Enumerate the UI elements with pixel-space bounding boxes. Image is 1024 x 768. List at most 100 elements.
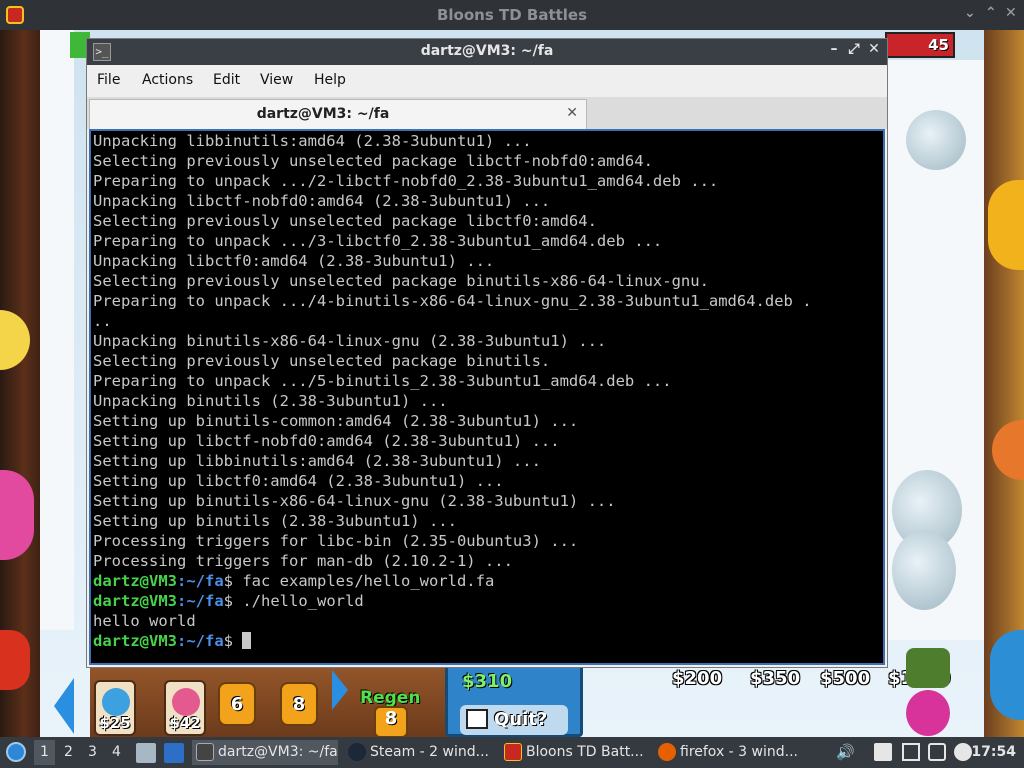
terminal-output[interactable]: Unpacking libbinutils:amd64 (2.38-3ubunt… xyxy=(89,129,885,665)
menu-view[interactable]: View xyxy=(260,72,293,88)
buy-price-350[interactable]: $350 xyxy=(750,668,800,689)
lock-level: 6 xyxy=(230,694,244,715)
output-line: Setting up libctf0:amd64 (2.38-3ubuntu1)… xyxy=(93,472,504,490)
terminal-window-title: dartz@VM3: ~/fa xyxy=(420,43,554,59)
command-text: ./hello_world xyxy=(242,592,364,610)
prompt-symbol: $ xyxy=(223,592,243,610)
minimize-icon[interactable]: ⌄ xyxy=(964,5,976,21)
close-icon[interactable]: ✕ xyxy=(1005,5,1017,21)
output-line: Selecting previously unselected package … xyxy=(93,152,653,170)
output-line: Unpacking libbinutils:amd64 (2.38-3ubunt… xyxy=(93,132,532,150)
workspace-1[interactable]: 1 xyxy=(34,740,55,765)
file-manager-icon[interactable] xyxy=(136,743,156,763)
tower-boomerang[interactable]: $42 xyxy=(164,680,206,736)
output-line: Setting up libbinutils:amd64 (2.38-3ubun… xyxy=(93,452,541,470)
menu-help[interactable]: Help xyxy=(314,72,346,88)
notification-icon[interactable] xyxy=(928,743,946,761)
regen-level: 8 xyxy=(384,708,398,729)
regen-button[interactable]: 8 xyxy=(374,706,408,737)
output-line: Setting up binutils (2.38-3ubuntu1) ... xyxy=(93,512,457,530)
firefox-icon xyxy=(658,743,676,761)
task-terminal[interactable]: dartz@VM3: ~/fa xyxy=(192,740,338,765)
workspace-4[interactable]: 4 xyxy=(112,744,121,760)
menu-edit[interactable]: Edit xyxy=(213,72,240,88)
prompt-line: dartz@VM3:~/fa$ xyxy=(93,631,883,651)
opponent-health-value: 45 xyxy=(928,36,949,54)
output-line: Preparing to unpack .../3-libctf0_2.38-3… xyxy=(93,232,663,250)
display-icon[interactable] xyxy=(902,743,920,761)
cash-amount: $310 xyxy=(462,671,513,692)
workspace-3[interactable]: 3 xyxy=(88,744,97,760)
steam-icon xyxy=(348,743,366,761)
taskbar: 1 2 3 4 dartz@VM3: ~/fa Steam - 2 wind..… xyxy=(0,737,1024,768)
output-line: Preparing to unpack .../5-binutils_2.38-… xyxy=(93,372,672,390)
scroll-right-arrow-icon[interactable] xyxy=(332,670,348,710)
prompt-symbol: $ xyxy=(223,572,243,590)
tower-price: $42 xyxy=(169,714,201,732)
output-line: Selecting previously unselected package … xyxy=(93,272,709,290)
maximize-icon[interactable]: ⌃ xyxy=(985,5,997,21)
output-line: Selecting previously unselected package … xyxy=(93,212,597,230)
task-label: firefox - 3 wind... xyxy=(680,744,798,760)
output-line: Setting up binutils-x86-64-linux-gnu (2.… xyxy=(93,492,616,510)
bloons-app-icon xyxy=(504,743,522,761)
prompt-user: dartz@VM3 xyxy=(93,572,177,590)
terminal-window[interactable]: >_ dartz@VM3: ~/fa – ⤢ ✕ File Actions Ed… xyxy=(86,38,888,668)
lock-level: 8 xyxy=(292,694,306,715)
terminal-titlebar[interactable]: >_ dartz@VM3: ~/fa – ⤢ ✕ xyxy=(87,39,887,65)
steam-tray-icon[interactable] xyxy=(954,743,972,761)
text-cursor xyxy=(242,632,252,649)
command-text: fac examples/hello_world.fa xyxy=(242,572,495,590)
tower-dart-monkey[interactable]: $25 xyxy=(94,680,136,736)
output-line: Processing triggers for man-db (2.10.2-1… xyxy=(93,552,513,570)
locked-tower-slot[interactable]: 6 xyxy=(218,682,256,726)
tower-price: $25 xyxy=(99,714,131,732)
output-line: Unpacking binutils-x86-64-linux-gnu (2.3… xyxy=(93,332,607,350)
terminal-icon xyxy=(196,743,214,761)
output-line: Setting up libctf-nobfd0:amd64 (2.38-3ub… xyxy=(93,432,560,450)
game-side-art-left xyxy=(0,30,40,737)
output-line: Unpacking libctf0:amd64 (2.38-3ubuntu1) … xyxy=(93,252,495,270)
quit-button[interactable]: Quit? xyxy=(460,705,568,735)
close-icon[interactable]: ✕ xyxy=(865,41,883,61)
prompt-path: :~/fa xyxy=(177,632,224,650)
tab-terminal[interactable]: dartz@VM3: ~/fa ✕ xyxy=(89,99,587,129)
clipboard-icon[interactable] xyxy=(874,743,892,761)
game-window-title: Bloons TD Battles xyxy=(436,6,588,24)
game-titlebar[interactable]: Bloons TD Battles ⌄ ⌃ ✕ xyxy=(0,0,1024,30)
snow-tree xyxy=(892,530,956,610)
palm-tree-icon xyxy=(906,648,950,688)
start-menu-icon[interactable] xyxy=(6,742,26,762)
minimize-icon[interactable]: – xyxy=(825,41,843,61)
prompt-path: :~/fa xyxy=(177,572,224,590)
maximize-icon[interactable]: ⤢ xyxy=(845,41,863,61)
prompt-path: :~/fa xyxy=(177,592,224,610)
task-label: dartz@VM3: ~/fa xyxy=(218,744,338,760)
task-steam[interactable]: Steam - 2 wind... xyxy=(344,740,492,765)
show-desktop-icon[interactable] xyxy=(164,743,184,763)
output-line: Unpacking libctf-nobfd0:amd64 (2.38-3ubu… xyxy=(93,192,551,210)
tab-strip: dartz@VM3: ~/fa ✕ xyxy=(87,97,887,129)
output-line: .. xyxy=(93,312,112,330)
output-line: Preparing to unpack .../2-libctf-nobfd0_… xyxy=(93,172,719,190)
output-line: Preparing to unpack .../4-binutils-x86-6… xyxy=(93,292,812,310)
tab-close-icon[interactable]: ✕ xyxy=(566,105,578,121)
prompt-line: dartz@VM3:~/fa$ fac examples/hello_world… xyxy=(93,571,883,591)
flag-icon xyxy=(466,709,488,729)
volume-icon[interactable]: 🔊 xyxy=(836,743,855,761)
scroll-left-arrow-icon[interactable] xyxy=(54,678,74,734)
output-line: Setting up binutils-common:amd64 (2.38-3… xyxy=(93,412,579,430)
monkey-icon xyxy=(906,690,950,736)
menubar: File Actions Edit View Help xyxy=(87,65,887,97)
buy-price-200[interactable]: $200 xyxy=(672,668,722,689)
task-firefox[interactable]: firefox - 3 wind... xyxy=(654,740,804,765)
workspace-2[interactable]: 2 xyxy=(64,744,73,760)
prompt-line: dartz@VM3:~/fa$ ./hello_world xyxy=(93,591,883,611)
menu-actions[interactable]: Actions xyxy=(142,72,193,88)
locked-tower-slot[interactable]: 8 xyxy=(280,682,318,726)
task-label: Bloons TD Batt... xyxy=(526,744,644,760)
menu-file[interactable]: File xyxy=(97,72,120,88)
buy-price-500[interactable]: $500 xyxy=(820,668,870,689)
task-bloons[interactable]: Bloons TD Batt... xyxy=(500,740,650,765)
output-line: Selecting previously unselected package … xyxy=(93,352,551,370)
